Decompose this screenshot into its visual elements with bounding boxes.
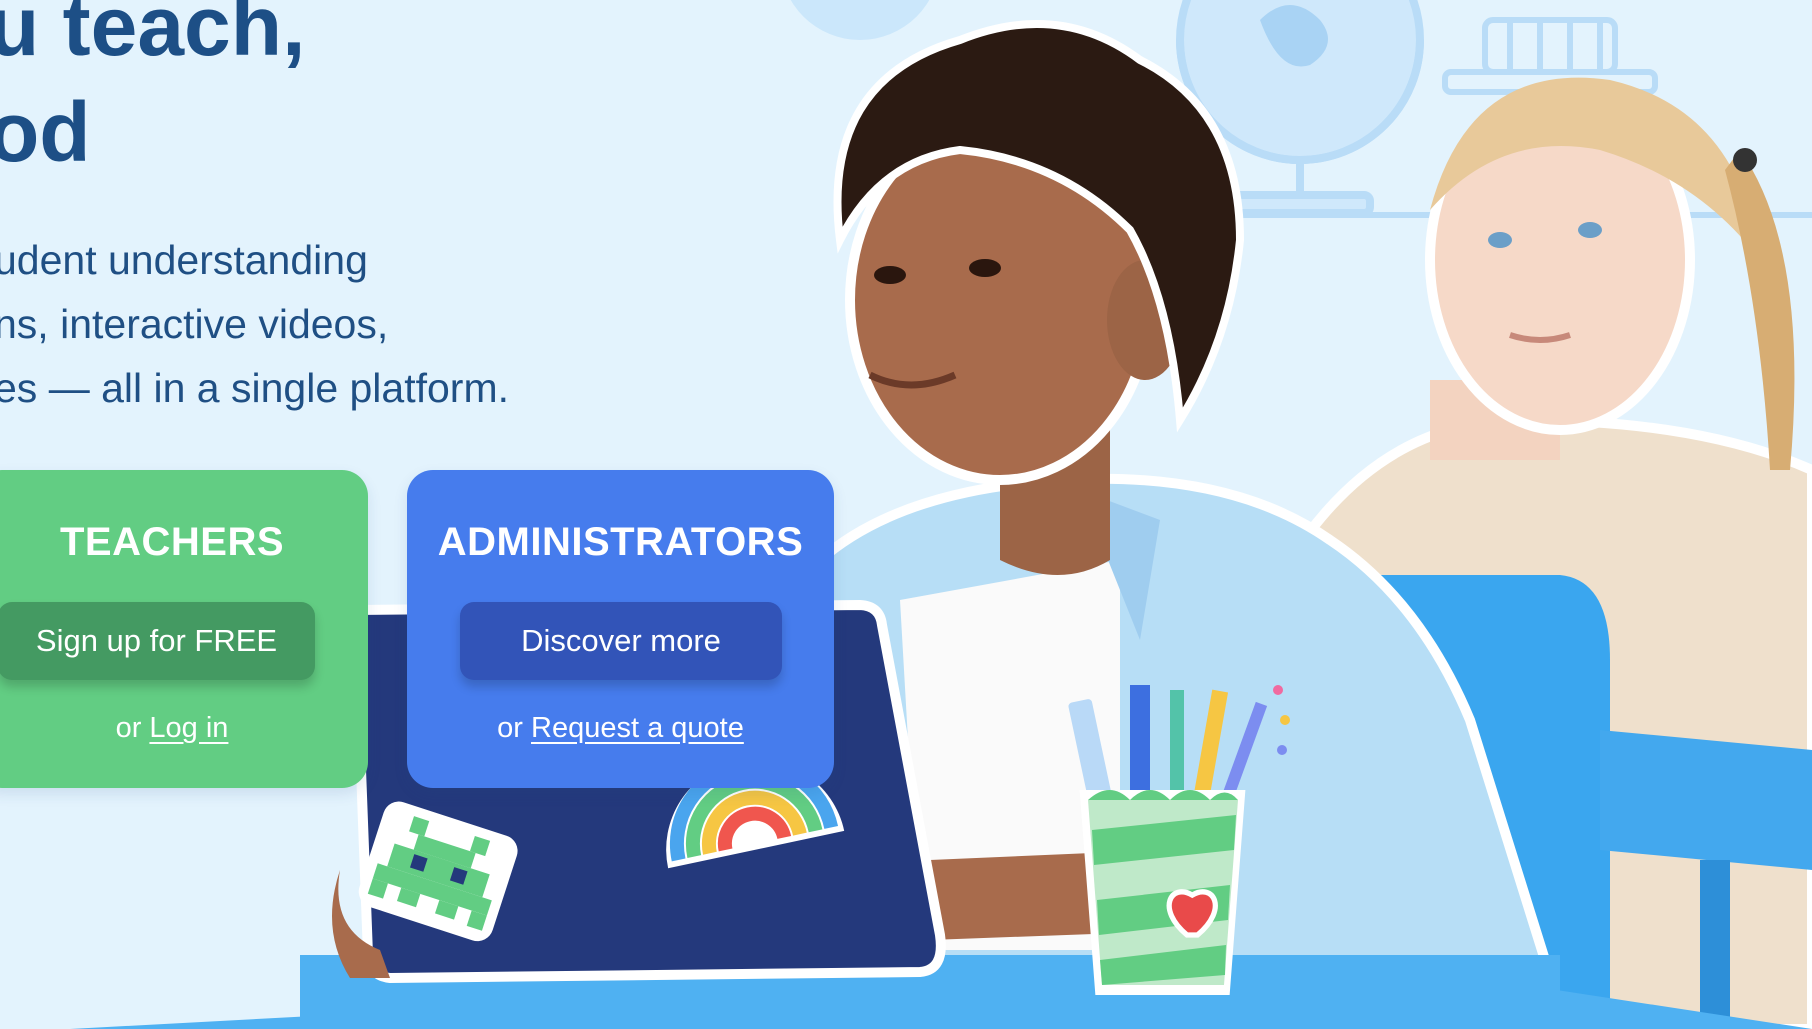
request-quote-link[interactable]: Request a quote bbox=[531, 712, 744, 744]
teachers-signup-button[interactable]: Sign up for FREE bbox=[0, 602, 315, 680]
administrators-quote-line: or Request a quote bbox=[407, 712, 834, 745]
administrators-alt-prefix: or bbox=[497, 712, 523, 744]
hero-description-line: udent understanding bbox=[0, 237, 368, 283]
teachers-alt-prefix: or bbox=[115, 712, 142, 744]
teachers-card-title: TEACHERS bbox=[59, 520, 285, 564]
teachers-login-line: or Log in bbox=[0, 712, 368, 745]
page-headline-line-1: u teach, bbox=[0, 0, 306, 73]
administrators-card-title: ADMINISTRATORS bbox=[437, 520, 804, 564]
administrators-card: ADMINISTRATORS Discover more or Request … bbox=[407, 470, 834, 788]
login-link[interactable]: Log in bbox=[149, 712, 228, 744]
teachers-card: TEACHERS Sign up for FREE or Log in bbox=[0, 470, 368, 788]
hero-description: udent understanding ns, interactive vide… bbox=[0, 228, 509, 420]
hero-description-line: ns, interactive videos, bbox=[0, 301, 389, 347]
decor-circle bbox=[790, 0, 930, 40]
discover-more-button[interactable]: Discover more bbox=[460, 602, 782, 680]
hero-section: u teach, od udent understanding ns, inte… bbox=[0, 0, 1812, 1029]
hero-description-line: es — all in a single platform. bbox=[0, 365, 510, 411]
page-headline-line-2: od bbox=[0, 85, 91, 179]
